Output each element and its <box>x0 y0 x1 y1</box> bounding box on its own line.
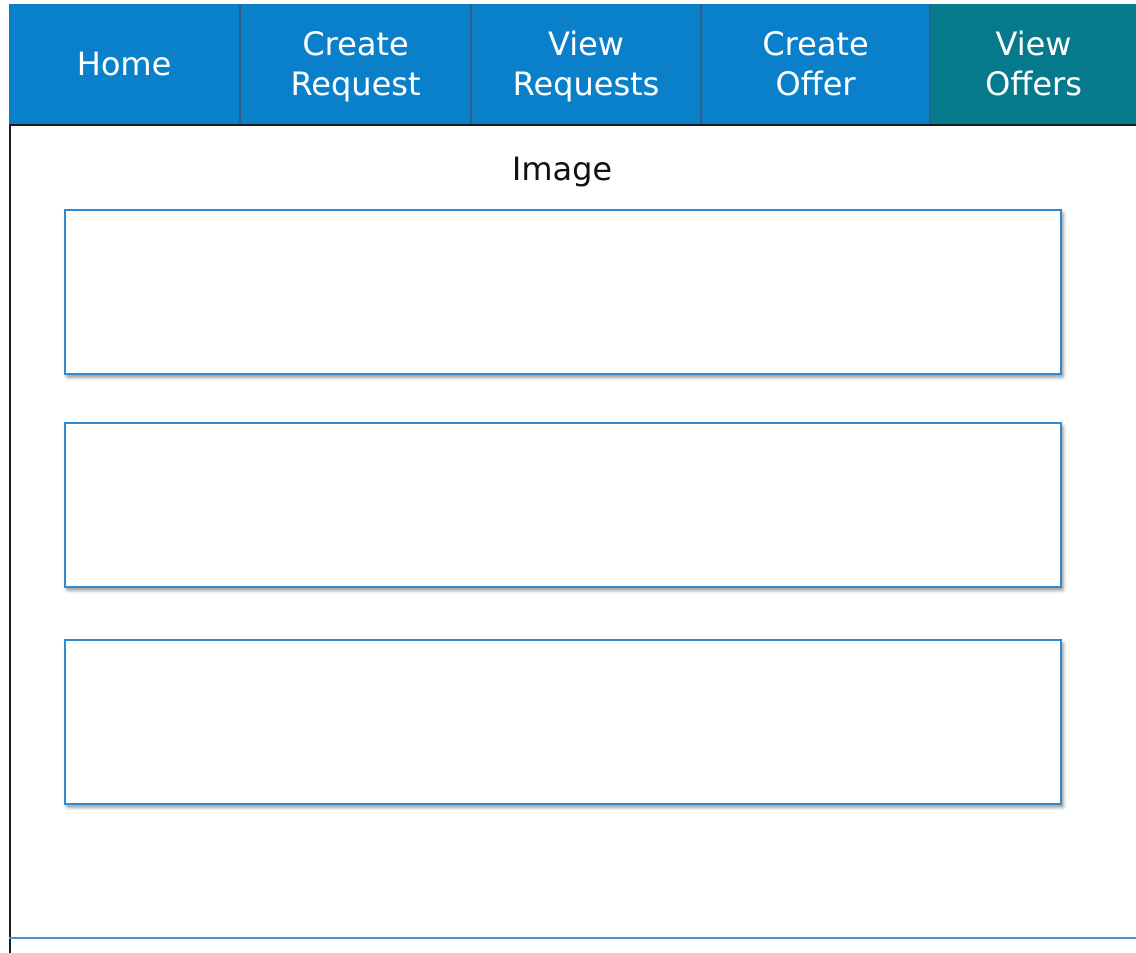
frame-bottom-border <box>9 937 1136 939</box>
tab-view-offers-label: View Offers <box>985 25 1082 103</box>
tab-view-requests[interactable]: View Requests <box>472 4 702 124</box>
offer-box-3[interactable] <box>64 639 1062 805</box>
tab-home[interactable]: Home <box>9 4 241 124</box>
tab-create-offer-label: Create Offer <box>762 25 869 103</box>
tab-create-request[interactable]: Create Request <box>241 4 472 124</box>
frame-left-border <box>9 126 11 953</box>
offer-box-1[interactable] <box>64 209 1062 375</box>
top-nav: Home Create Request View Requests Create… <box>9 4 1136 126</box>
offer-box-2[interactable] <box>64 422 1062 588</box>
tab-view-requests-label: View Requests <box>512 25 660 103</box>
tab-home-label: Home <box>76 45 172 83</box>
image-label: Image <box>511 150 613 188</box>
tab-create-request-label: Create Request <box>290 25 421 103</box>
tab-view-offers[interactable]: View Offers <box>931 4 1136 124</box>
tab-create-offer[interactable]: Create Offer <box>702 4 931 124</box>
